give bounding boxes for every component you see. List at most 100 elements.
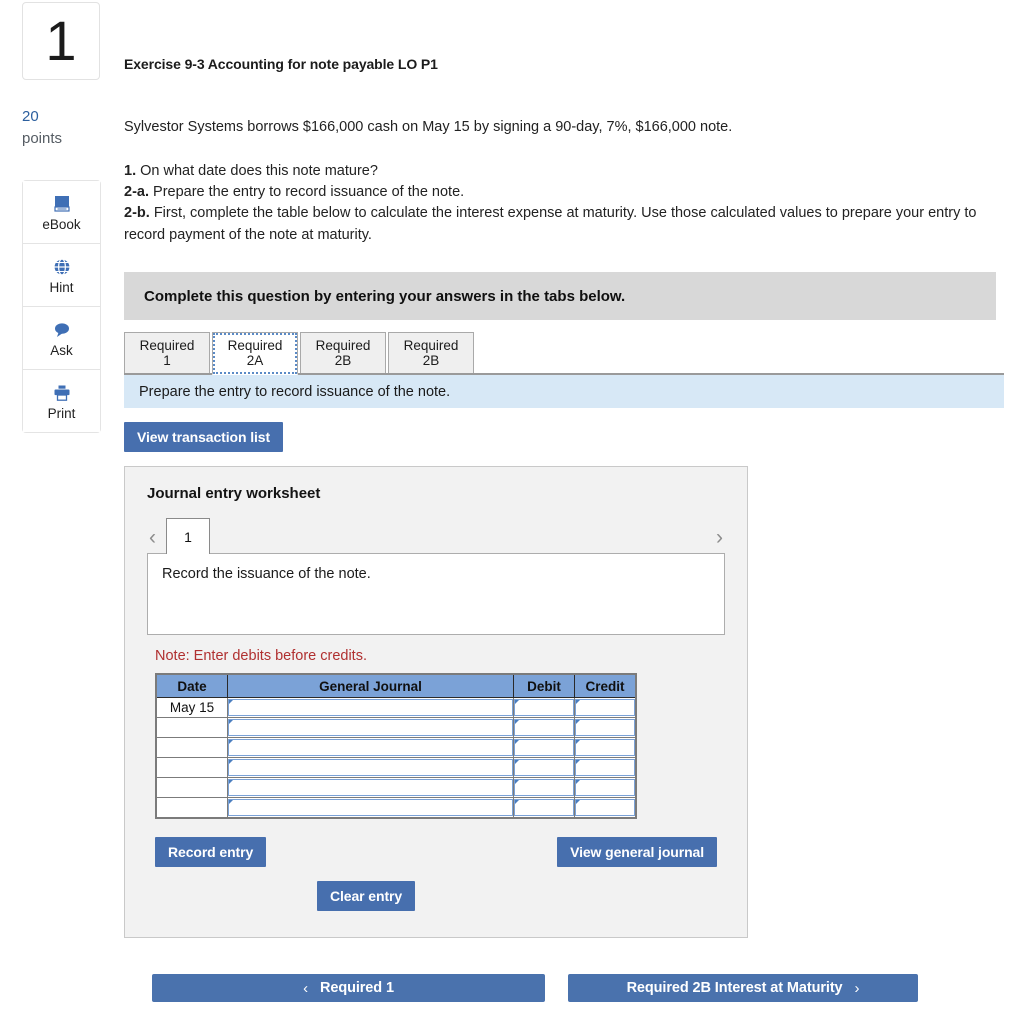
table-row [155,797,637,819]
table-row [155,777,637,798]
tab-required-2b-first-line2: 2B [334,353,352,368]
worksheet-description-box: Record the issuance of the note. [147,553,725,635]
nav-prev-label: Required 1 [319,980,394,996]
worksheet-button-row-primary: Record entry View general journal [155,837,717,867]
input-credit-2[interactable] [575,719,635,736]
cell-general-journal-1 [227,697,514,718]
pager-prev-icon[interactable]: ‹ [147,527,166,554]
input-credit-1[interactable] [575,699,635,716]
tab-required-1-line1: Required [139,337,195,353]
view-general-journal-button[interactable]: View general journal [557,837,717,867]
tab-required-1[interactable]: Required 1 [124,332,210,373]
cell-general-journal-3 [227,737,514,758]
bottom-navigation: ‹ Required 1 Required 2B Interest at Mat… [124,974,1004,1002]
exercise-scenario: Sylvestor Systems borrows $166,000 cash … [124,119,733,135]
tool-label-ebook: eBook [42,216,81,232]
cell-credit-6 [574,797,637,819]
requirements-list: 1. On what date does this note mature? 2… [124,139,986,246]
input-general-journal-5[interactable] [228,779,513,796]
tool-item-print[interactable]: Print [23,370,100,432]
question-number-box: 1 [22,2,100,80]
exercise-title: Exercise 9-3 Accounting for note payable… [124,56,438,72]
input-credit-4[interactable] [575,759,635,776]
worksheet-title: Journal entry worksheet [147,485,321,502]
column-header-date: Date [155,673,228,698]
input-debit-2[interactable] [514,719,574,736]
cell-date-3[interactable] [155,737,228,758]
clear-entry-button[interactable]: Clear entry [317,881,416,911]
worksheet-pager: ‹ 1 › [147,518,725,554]
cell-debit-6 [513,797,575,819]
input-debit-1[interactable] [514,699,574,716]
cell-debit-3 [513,737,575,758]
view-transaction-list-wrap: View transaction list [124,422,1004,452]
table-header-row: Date General Journal Debit Credit [155,673,637,698]
tool-item-hint[interactable]: Hint [23,244,100,307]
worksheet-page-number: 1 [184,528,192,545]
requirement-2a: 2-a. Prepare the entry to record issuanc… [124,182,986,203]
column-header-credit: Credit [574,673,637,698]
points-block: 20 points [22,106,62,150]
requirement-2b-text: First, complete the table below to calcu… [124,205,977,243]
tab-required-2b-first[interactable]: Required 2B [300,332,386,373]
input-general-journal-6[interactable] [228,799,513,816]
input-debit-4[interactable] [514,759,574,776]
debits-before-credits-note: Note: Enter debits before credits. [155,648,367,664]
tab-required-2a[interactable]: Required 2A [212,332,298,375]
tab-required-1-line2: 1 [163,353,171,368]
cell-date-6[interactable] [155,797,228,819]
cell-date-1: May 15 [155,697,228,718]
input-general-journal-1[interactable] [228,699,513,716]
table-row: May 15 [155,697,637,718]
nav-prev-required-1-button[interactable]: ‹ Required 1 [152,974,545,1002]
pager-next-icon[interactable]: › [714,527,725,554]
cell-credit-4 [574,757,637,778]
tool-item-ask[interactable]: Ask [23,307,100,370]
requirement-2a-number: 2-a. [124,184,149,201]
tab-required-2b-second[interactable]: Required 2B [388,332,474,373]
table-row [155,737,637,758]
input-general-journal-2[interactable] [228,719,513,736]
input-debit-5[interactable] [514,779,574,796]
worksheet-page-tab-1[interactable]: 1 [166,518,210,554]
points-value: 20 [22,108,39,125]
tool-item-ebook[interactable]: eBook [23,181,100,244]
cell-date-2[interactable] [155,717,228,738]
tab-required-2b-first-line1: Required [315,337,371,353]
record-entry-button[interactable]: Record entry [155,837,267,867]
input-general-journal-3[interactable] [228,739,513,756]
input-credit-6[interactable] [575,799,635,816]
input-credit-3[interactable] [575,739,635,756]
cell-date-5[interactable] [155,777,228,798]
cell-credit-5 [574,777,637,798]
view-transaction-list-button[interactable]: View transaction list [124,422,284,452]
main-content: Exercise 9-3 Accounting for note payable… [124,0,1004,1002]
cell-debit-4 [513,757,575,778]
cell-credit-3 [574,737,637,758]
input-credit-5[interactable] [575,779,635,796]
input-general-journal-4[interactable] [228,759,513,776]
input-debit-6[interactable] [514,799,574,816]
cell-debit-1 [513,697,575,718]
nav-next-required-2b-button[interactable]: Required 2B Interest at Maturity › [568,974,918,1002]
cell-general-journal-4 [227,757,514,778]
column-header-general-journal: General Journal [227,673,514,698]
tab-required-2b-second-line2: 2B [422,353,440,368]
cell-general-journal-2 [227,717,514,738]
nav-next-chevron-icon: › [854,979,860,997]
requirement-1: 1. On what date does this note mature? [124,161,986,182]
tab-prompt-banner: Prepare the entry to record issuance of … [124,375,1004,408]
speech-bubble-icon [51,319,73,341]
globe-icon [51,256,73,278]
book-icon [51,193,73,215]
cell-debit-2 [513,717,575,738]
input-debit-3[interactable] [514,739,574,756]
requirement-2b: 2-b. First, complete the table below to … [124,203,986,246]
cell-date-4[interactable] [155,757,228,778]
instruction-banner: Complete this question by entering your … [124,272,996,320]
tool-label-hint: Hint [49,279,74,295]
question-number: 1 [45,9,77,72]
cell-general-journal-5 [227,777,514,798]
tab-required-2a-line2: 2A [246,353,264,368]
requirement-1-text: On what date does this note mature? [140,162,378,179]
